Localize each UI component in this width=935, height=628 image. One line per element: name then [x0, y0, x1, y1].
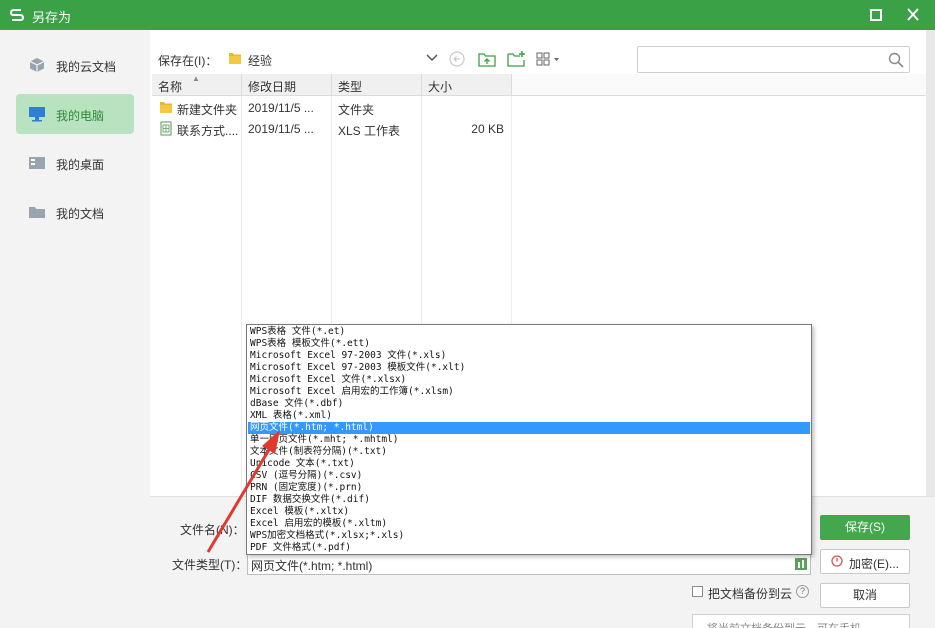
file-name: 联系方式.... — [177, 124, 239, 138]
backup-label[interactable]: 把文档备份到云 — [708, 585, 792, 602]
folder-icon — [229, 53, 241, 64]
column-header-type[interactable]: 类型 — [332, 74, 422, 96]
encrypt-button[interactable]: 加密(E)... — [820, 549, 910, 574]
sidebar-item-label: 我的桌面 — [56, 158, 105, 172]
file-type-dropdown: WPS表格 文件(*.et) WPS表格 模板文件(*.ett) Microso… — [246, 324, 812, 555]
format-info-icon — [795, 558, 807, 570]
save-button[interactable]: 保存(S) — [820, 515, 910, 540]
monitor-icon — [29, 107, 45, 122]
save-in-label: 保存在(I)： — [158, 54, 218, 68]
sidebar-item-label: 我的云文档 — [56, 60, 117, 74]
file-type-select[interactable]: 网页文件(*.htm; *.html) — [247, 553, 811, 575]
backup-hint: 将当前文档备份到云，可在手机 — [692, 614, 910, 628]
file-name-label: 文件名(N)： — [180, 523, 245, 537]
sidebar-item-desktop[interactable]: 我的桌面 — [16, 143, 134, 183]
file-row[interactable]: 联系方式.... 2019/11/5 ... XLS 工作表 20 KB — [152, 119, 935, 139]
sidebar: 我的云文档 我的电脑 我的桌面 我的文档 — [0, 30, 150, 628]
chevron-down-icon — [426, 54, 438, 62]
file-type-label: 文件类型(T)： — [172, 558, 248, 572]
file-type-option[interactable]: PRN (固定宽度)(*.prn) — [248, 482, 810, 494]
title-bar: 另存为 — [0, 0, 935, 30]
column-header-size[interactable]: 大小 — [422, 74, 512, 96]
search-box — [637, 46, 910, 73]
file-type: 文件夹 — [338, 103, 375, 117]
view-options-icon[interactable] — [535, 50, 563, 68]
file-type-option[interactable]: Excel 启用宏的模板(*.xltm) — [248, 518, 810, 530]
file-type-option[interactable]: Microsoft Excel 97-2003 模板文件(*.xlt) — [248, 362, 810, 374]
close-icon[interactable] — [902, 5, 924, 25]
file-type-option[interactable]: Unicode 文本(*.txt) — [248, 458, 810, 470]
sidebar-item-my-documents[interactable]: 我的文档 — [16, 192, 134, 232]
shield-icon — [831, 555, 843, 567]
wps-logo-icon — [9, 9, 25, 21]
folder-icon — [29, 207, 45, 218]
file-type-option[interactable]: Microsoft Excel 文件(*.xlsx) — [248, 374, 810, 386]
column-header-filler — [512, 74, 935, 96]
sidebar-item-label: 我的文档 — [56, 207, 105, 221]
file-type-option[interactable]: WPS表格 文件(*.et) — [248, 326, 810, 338]
save-location-select[interactable]: 经验 — [246, 47, 442, 71]
desktop-icon — [29, 157, 45, 169]
file-type-value: 网页文件(*.htm; *.html) — [251, 559, 373, 573]
file-size: 20 KB — [471, 122, 504, 136]
search-icon[interactable] — [888, 52, 904, 68]
folder-icon — [160, 102, 172, 113]
backup-checkbox[interactable] — [692, 586, 703, 597]
file-type-option[interactable]: dBase 文件(*.dbf) — [248, 398, 810, 410]
file-name: 新建文件夹 — [177, 103, 238, 117]
up-folder-icon[interactable] — [477, 50, 497, 68]
column-header-date[interactable]: 修改日期 — [242, 74, 332, 96]
file-type-option[interactable]: 单一网页文件(*.mht; *.mhtml) — [248, 434, 810, 446]
sidebar-item-label: 我的电脑 — [56, 109, 105, 123]
column-header-name[interactable]: ▲ 名称 — [152, 74, 242, 96]
file-type-option[interactable]: Excel 模板(*.xltx) — [248, 506, 810, 518]
spreadsheet-file-icon — [160, 121, 172, 136]
file-type-option[interactable]: 文本文件(制表符分隔)(*.txt) — [248, 446, 810, 458]
search-input[interactable] — [644, 51, 874, 68]
file-type-option[interactable]: DIF 数据交换文件(*.dif) — [248, 494, 810, 506]
back-icon[interactable] — [447, 50, 467, 68]
file-type-option[interactable]: WPS加密文档格式(*.xlsx;*.xls) — [248, 530, 810, 542]
file-type-option[interactable]: CSV (逗号分隔)(*.csv) — [248, 470, 810, 482]
sort-ascending-icon: ▲ — [192, 74, 200, 83]
maximize-icon[interactable] — [866, 7, 886, 23]
column-divider — [241, 96, 242, 496]
file-type-option-selected[interactable]: 网页文件(*.htm; *.html) — [248, 422, 810, 434]
sidebar-item-my-computer[interactable]: 我的电脑 — [16, 94, 134, 134]
file-type-option[interactable]: WPS表格 模板文件(*.ett) — [248, 338, 810, 350]
new-folder-icon[interactable] — [506, 50, 526, 68]
file-date: 2019/11/5 ... — [248, 122, 314, 136]
sidebar-item-cloud-docs[interactable]: 我的云文档 — [16, 45, 134, 85]
file-row[interactable]: 新建文件夹 2019/11/5 ... 文件夹 — [152, 98, 935, 118]
file-type: XLS 工作表 — [338, 124, 401, 138]
file-type-option[interactable]: Microsoft Excel 97-2003 文件(*.xls) — [248, 350, 810, 362]
file-type-option[interactable]: Microsoft Excel 启用宏的工作簿(*.xlsm) — [248, 386, 810, 398]
cancel-button[interactable]: 取消 — [820, 583, 910, 608]
file-date: 2019/11/5 ... — [248, 101, 314, 115]
window-title: 另存为 — [32, 10, 72, 25]
cloud-cube-icon — [29, 58, 45, 72]
current-folder-value: 经验 — [248, 54, 273, 68]
encrypt-label: 加密(E)... — [849, 557, 899, 571]
help-icon[interactable]: ? — [796, 585, 809, 598]
file-type-option[interactable]: PDF 文件格式(*.pdf) — [248, 542, 810, 554]
file-type-option[interactable]: XML 表格(*.xml) — [248, 410, 810, 422]
